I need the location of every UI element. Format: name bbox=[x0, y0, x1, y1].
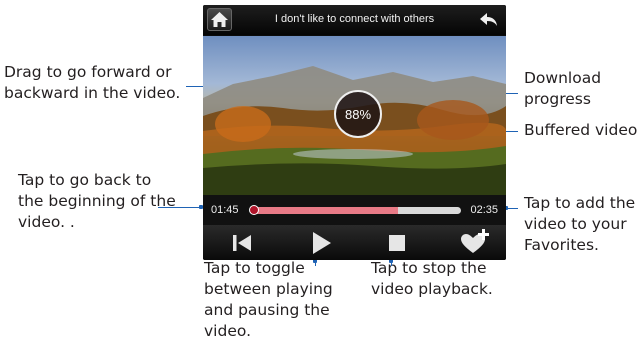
callout-line: Favorites. bbox=[524, 236, 599, 254]
callout-buffered: Buffered video bbox=[524, 120, 637, 141]
callout-download: Download progress bbox=[524, 68, 601, 110]
download-progress-indicator: 88% bbox=[334, 90, 382, 138]
add-favorite-button[interactable] bbox=[455, 229, 495, 257]
callout-favorites: Tap to add the video to your Favorites. bbox=[524, 193, 635, 256]
seek-bar[interactable]: 01:45 02:35 bbox=[203, 195, 506, 225]
callout-toggle: Tap to toggle between playing and pausin… bbox=[204, 258, 333, 342]
total-time: 02:35 bbox=[470, 204, 498, 216]
elapsed-time: 01:45 bbox=[211, 204, 239, 216]
play-icon bbox=[313, 232, 331, 254]
home-button[interactable] bbox=[207, 8, 232, 31]
callout-line: Tap to go back to bbox=[18, 171, 152, 189]
buffered-fill bbox=[251, 207, 398, 214]
callout-line: Download bbox=[524, 69, 602, 87]
add-favorite-icon bbox=[461, 229, 489, 253]
callout-line: progress bbox=[524, 90, 591, 108]
video-title: I don't like to connect with others bbox=[274, 13, 435, 25]
callout-line: Tap to add the bbox=[524, 194, 636, 212]
stop-icon bbox=[389, 235, 405, 251]
callout-line: video. bbox=[204, 322, 251, 340]
playback-controls bbox=[203, 225, 506, 260]
video-player: I don't like to connect with others 88% … bbox=[203, 5, 506, 260]
leader-back bbox=[158, 207, 203, 208]
stop-button[interactable] bbox=[377, 229, 417, 257]
callout-line: video. . bbox=[18, 213, 75, 231]
callout-line: between playing bbox=[204, 280, 333, 298]
callout-line: video playback. bbox=[371, 280, 493, 298]
skip-to-start-icon bbox=[233, 235, 251, 251]
callout-drag: Drag to go forward or backward in the vi… bbox=[4, 62, 180, 104]
previous-button[interactable] bbox=[222, 229, 262, 257]
callout-line: video to your bbox=[524, 215, 627, 233]
callout-line: backward in the video. bbox=[4, 84, 181, 102]
progress-thumb[interactable] bbox=[249, 205, 259, 215]
progress-track[interactable] bbox=[251, 207, 461, 214]
video-frame[interactable]: 88% bbox=[203, 36, 506, 195]
home-icon bbox=[211, 12, 228, 27]
title-bar: I don't like to connect with others bbox=[203, 5, 506, 35]
callout-stop: Tap to stop the video playback. bbox=[371, 258, 493, 300]
callout-back: Tap to go back to the beginning of the v… bbox=[18, 170, 176, 233]
play-button[interactable] bbox=[301, 229, 341, 257]
back-arrow-icon bbox=[480, 13, 497, 26]
back-button[interactable] bbox=[478, 10, 500, 30]
callout-line: Drag to go forward or bbox=[4, 63, 172, 81]
callout-line: the beginning of the bbox=[18, 192, 176, 210]
callout-line: and pausing the bbox=[204, 301, 330, 319]
download-progress-text: 88% bbox=[344, 106, 372, 122]
callout-line: Buffered video bbox=[524, 121, 637, 139]
